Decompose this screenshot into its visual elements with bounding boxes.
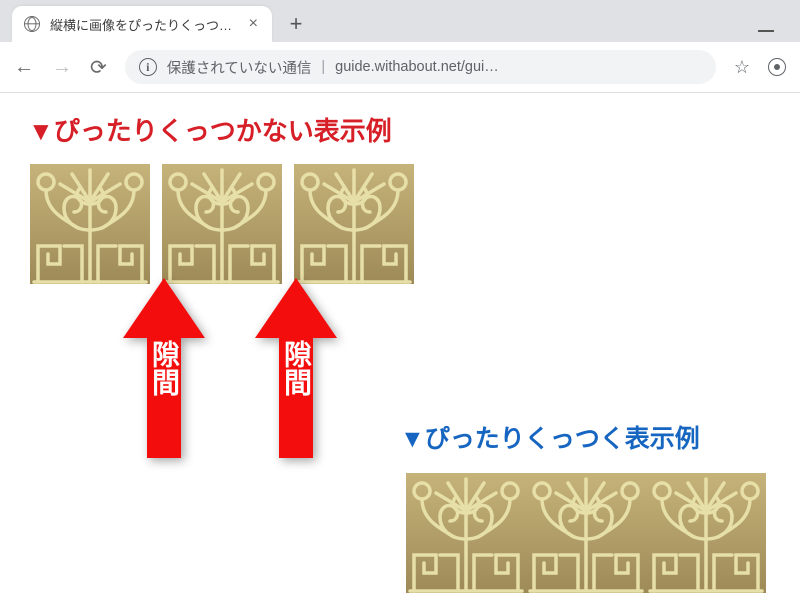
back-button[interactable]: ← — [14, 56, 34, 79]
info-icon: i — [139, 58, 157, 76]
extensions-icon[interactable] — [768, 58, 786, 76]
pattern-image — [294, 164, 414, 284]
new-tab-button[interactable]: + — [282, 10, 310, 38]
pattern-image — [162, 164, 282, 284]
forward-button[interactable]: → — [52, 56, 72, 79]
toolbar: ← → ⟳ i 保護されていない通信 | guide.withabout.net… — [0, 42, 800, 92]
minimize-button[interactable] — [758, 30, 774, 32]
reload-button[interactable]: ⟳ — [90, 55, 107, 80]
arrow-gap: 隙間 — [119, 278, 209, 468]
tab-title: 縦横に画像をぴったりくっつけるサンプ — [50, 15, 237, 34]
spaced-image-row — [30, 164, 776, 284]
heading-good-example: ▼ぴったりくっつく表示例 — [400, 419, 760, 455]
browser-tab[interactable]: 縦横に画像をぴったりくっつけるサンプ × — [12, 6, 272, 42]
arrow-gap: 隙間 — [251, 278, 341, 468]
tab-close-button[interactable]: × — [247, 14, 260, 34]
address-bar[interactable]: i 保護されていない通信 | guide.withabout.net/gui… — [125, 50, 716, 84]
globe-icon — [24, 16, 40, 32]
arrow-label: 隙間 — [144, 340, 184, 396]
heading-bad-example: ▼ぴったりくっつかない表示例 — [28, 111, 776, 148]
browser-chrome: 縦横に画像をぴったりくっつけるサンプ × + ← → ⟳ i 保護されていない通… — [0, 0, 800, 93]
joined-image-row — [406, 473, 766, 593]
separator: | — [321, 59, 325, 75]
bookmark-star-icon[interactable]: ☆ — [734, 57, 750, 78]
good-example-section: ▼ぴったりくっつく表示例 — [400, 419, 760, 593]
pattern-image — [30, 164, 150, 284]
window-controls — [758, 22, 788, 32]
arrow-label: 隙間 — [276, 340, 316, 396]
security-text: 保護されていない通信 — [167, 57, 312, 78]
page-content: ▼ぴったりくっつかない表示例 隙間 隙間 ▼ぴったりくっつく表示例 — [0, 93, 800, 484]
url-text: guide.withabout.net/gui… — [335, 59, 499, 75]
tab-strip: 縦横に画像をぴったりくっつけるサンプ × + — [0, 0, 800, 42]
